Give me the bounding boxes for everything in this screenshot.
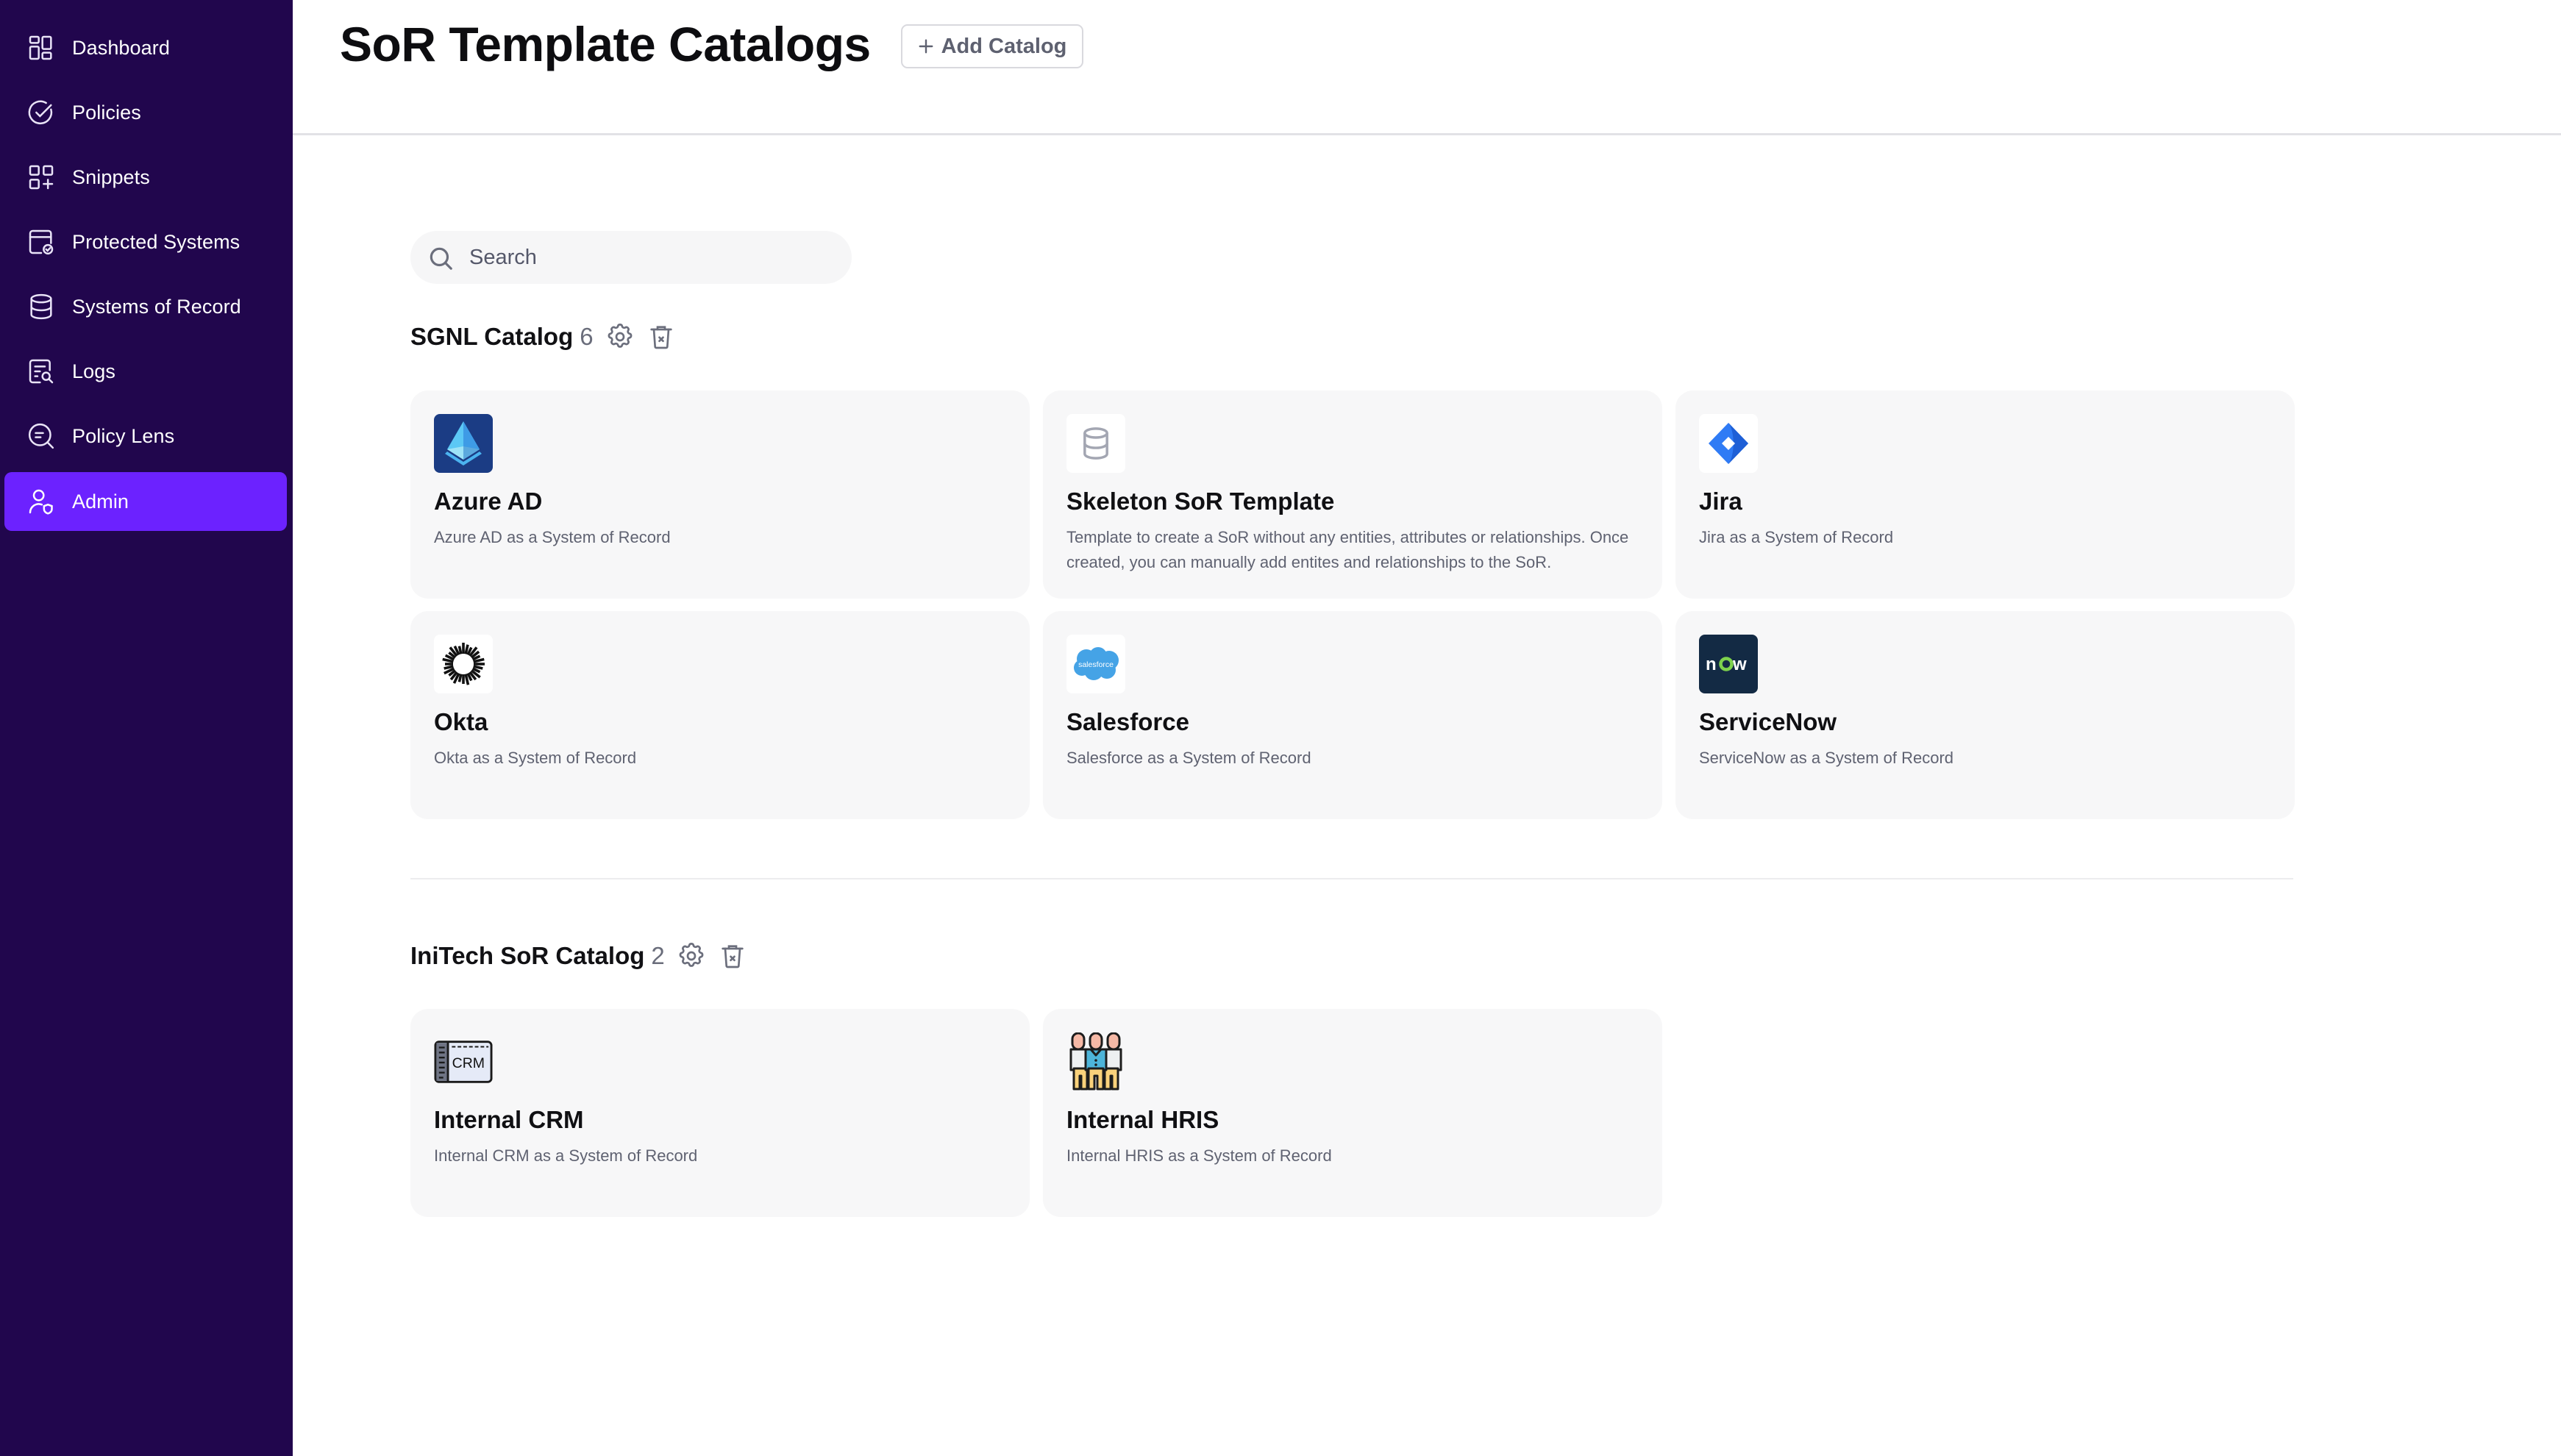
template-card-internal-crm[interactable]: CRM Internal CRM Internal CRM as a Syste… (410, 1009, 1030, 1217)
sidebar-item-label: Systems of Record (72, 295, 241, 318)
sidebar-item-logs[interactable]: Logs (4, 342, 287, 401)
template-title: Okta (434, 708, 488, 735)
okta-logo-icon (434, 635, 493, 693)
sidebar-item-label: Protected Systems (72, 230, 241, 253)
catalog-delete-button[interactable] (645, 321, 677, 353)
dashboard-icon (26, 33, 56, 63)
sidebar-item-label: Policy Lens (72, 424, 175, 447)
sidebar-item-label: Snippets (72, 165, 150, 188)
hris-people-icon (1066, 1032, 1125, 1091)
search-bar (410, 231, 852, 284)
okta-logo-ray (457, 674, 463, 682)
template-description: Template to create a SoR without any ent… (1066, 528, 1629, 571)
catalog-settings-button[interactable] (675, 940, 708, 972)
check-circle-icon (26, 98, 56, 127)
trash-icon (649, 326, 672, 349)
section-divider (410, 878, 2293, 879)
trash-icon (722, 945, 744, 968)
template-description: Jira as a System of Record (1699, 528, 1894, 546)
catalog-settings-button[interactable] (604, 321, 636, 353)
template-title: Azure AD (434, 488, 543, 515)
gear-icon (608, 324, 633, 348)
jira-logo-icon (1699, 414, 1758, 473)
gear-icon (679, 943, 704, 967)
sidebar-item-label: Policies (72, 101, 141, 124)
sidebar-item-systems-of-record[interactable]: Systems of Record (4, 277, 287, 336)
salesforce-logo-text: salesforce (1078, 660, 1114, 669)
catalog-count: 6 (580, 323, 594, 350)
template-card-skeleton[interactable]: Skeleton SoR Template Template to create… (1043, 390, 1662, 599)
template-title: Jira (1699, 488, 1742, 515)
template-description: Salesforce as a System of Record (1066, 749, 1311, 767)
template-title: Internal CRM (434, 1106, 584, 1133)
template-card-okta[interactable]: Okta Okta as a System of Record (410, 611, 1030, 819)
crm-icon: CRM (434, 1032, 493, 1091)
search-input[interactable] (469, 231, 837, 284)
template-title: ServiceNow (1699, 708, 1837, 735)
crm-logo-text: CRM (452, 1055, 485, 1071)
template-description: Internal CRM as a System of Record (434, 1146, 698, 1165)
catalog-count: 2 (651, 942, 665, 969)
sidebar-item-label: Logs (72, 360, 115, 382)
servicenow-logo-n: n (1706, 654, 1717, 674)
sidebar-item-snippets[interactable]: Snippets (4, 148, 287, 207)
template-description: Azure AD as a System of Record (434, 528, 671, 546)
sidebar-item-protected-systems[interactable]: Protected Systems (4, 213, 287, 271)
azure-ad-logo-icon (434, 414, 493, 473)
template-title: Internal HRIS (1066, 1106, 1219, 1133)
sidebar: Dashboard Policies Snippets Protected Sy… (0, 0, 293, 1456)
search-icon (430, 247, 452, 270)
sidebar-item-label: Admin (72, 490, 129, 513)
page-header: SoR Template Catalogs Add Catalog (293, 0, 2561, 135)
template-description: ServiceNow as a System of Record (1699, 749, 1954, 767)
snippets-icon (26, 163, 56, 192)
template-card-salesforce[interactable]: salesforce Salesforce Salesforce as a Sy… (1043, 611, 1662, 819)
template-title: Salesforce (1066, 708, 1189, 735)
salesforce-logo-icon: salesforce (1066, 635, 1125, 693)
policy-lens-icon (26, 421, 56, 451)
add-catalog-label: Add Catalog (941, 34, 1067, 58)
protected-systems-icon (26, 227, 56, 257)
catalog-name: IniTech SoR Catalog (410, 942, 645, 969)
admin-user-icon (26, 487, 56, 516)
logs-icon (26, 357, 56, 386)
database-icon (26, 292, 56, 321)
template-card-servicenow[interactable]: n w ServiceNow ServiceNow as a System of… (1675, 611, 2295, 819)
catalog-name: SGNL Catalog (410, 323, 574, 350)
sidebar-item-policies[interactable]: Policies (4, 83, 287, 142)
servicenow-logo-w: w (1732, 654, 1747, 674)
template-title: Skeleton SoR Template (1066, 488, 1335, 515)
servicenow-logo-icon: n w (1699, 635, 1758, 693)
template-description: Internal HRIS as a System of Record (1066, 1146, 1332, 1165)
sidebar-item-label: Dashboard (72, 36, 170, 59)
template-description: Okta as a System of Record (434, 749, 637, 767)
catalog-delete-button[interactable] (716, 940, 749, 972)
sidebar-item-admin[interactable]: Admin (4, 472, 287, 531)
database-icon (1066, 414, 1125, 473)
plus-icon (919, 39, 933, 54)
okta-logo-ray (457, 646, 463, 654)
add-catalog-button[interactable]: Add Catalog (901, 24, 1083, 68)
template-card-jira[interactable]: Jira Jira as a System of Record (1675, 390, 2295, 599)
sidebar-item-policy-lens[interactable]: Policy Lens (4, 407, 287, 465)
sidebar-item-dashboard[interactable]: Dashboard (4, 18, 287, 77)
template-card-internal-hris[interactable]: Internal HRIS Internal HRIS as a System … (1043, 1009, 1662, 1217)
template-card-azure-ad[interactable]: Azure AD Azure AD as a System of Record (410, 390, 1030, 599)
catalog-heading-sgnl: SGNL Catalog 6 (410, 318, 677, 355)
catalog-heading-initech: IniTech SoR Catalog 2 (410, 938, 749, 974)
page-title: SoR Template Catalogs (340, 17, 871, 71)
